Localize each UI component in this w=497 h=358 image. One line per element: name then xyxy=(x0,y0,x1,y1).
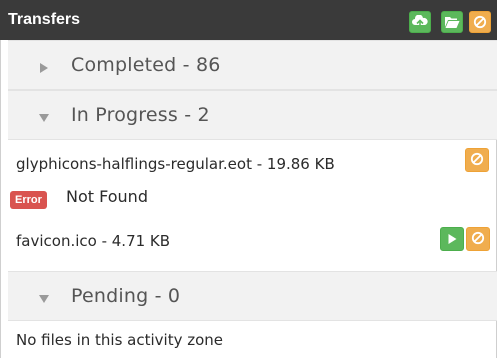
section-in-progress-label: In Progress - 2 xyxy=(71,104,210,126)
section-completed-label: Completed - 86 xyxy=(71,54,221,76)
cancel-file-button[interactable] xyxy=(465,148,489,172)
upload-button[interactable] xyxy=(409,11,431,33)
cloud-upload-icon xyxy=(412,15,428,29)
caret-down-icon xyxy=(38,109,50,122)
section-completed[interactable]: Completed - 86 xyxy=(8,40,497,90)
play-icon xyxy=(446,230,458,249)
cancel-icon xyxy=(473,15,487,29)
cancel-icon xyxy=(470,151,484,170)
file-name: glyphicons-halflings-regular.eot - 19.86… xyxy=(16,155,335,173)
panel-title: Transfers xyxy=(8,11,81,28)
status-message: Not Found xyxy=(66,187,148,206)
cancel-all-button[interactable] xyxy=(469,11,491,33)
folder-open-icon xyxy=(444,15,460,29)
empty-state-message: No files in this activity zone xyxy=(16,331,224,349)
cancel-icon xyxy=(471,230,485,249)
section-pending-label: Pending - 0 xyxy=(71,285,181,307)
caret-right-icon xyxy=(38,59,50,73)
start-file-button[interactable] xyxy=(440,227,464,251)
status-badge: Error xyxy=(10,191,47,209)
panel-header: Transfers xyxy=(0,0,497,40)
section-pending[interactable]: Pending - 0 xyxy=(8,271,497,321)
transfers-panel: Transfers Completed - 86 In Progress - 2… xyxy=(0,0,497,358)
file-name: favicon.ico - 4.71 KB xyxy=(16,232,171,250)
cancel-file-button[interactable] xyxy=(466,227,490,251)
open-folder-button[interactable] xyxy=(441,11,463,33)
caret-down-icon xyxy=(38,290,50,303)
section-in-progress[interactable]: In Progress - 2 xyxy=(8,90,497,140)
